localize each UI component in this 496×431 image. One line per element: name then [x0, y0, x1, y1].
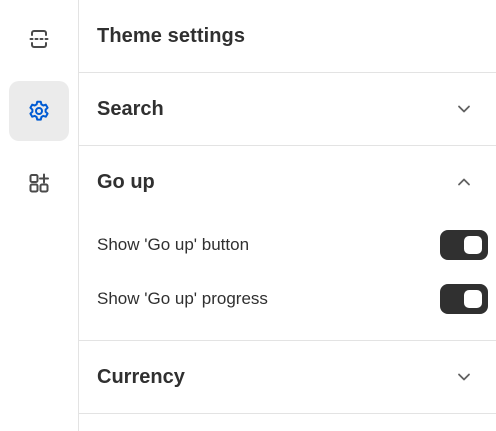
gear-icon	[27, 99, 51, 123]
app-embeds-nav-button[interactable]	[9, 153, 69, 213]
currency-group-toggle[interactable]: Currency	[79, 341, 496, 413]
toggle-knob	[464, 236, 482, 254]
settings-group-go-up: Go up Show 'Go up' button Show 'Go up' p…	[79, 146, 496, 341]
theme-settings-nav-button[interactable]	[9, 81, 69, 141]
chevron-down-icon	[455, 100, 473, 118]
theme-settings-panel: Theme settings Search Go up Show 'Go up'…	[79, 0, 496, 431]
currency-group-title: Currency	[97, 365, 185, 388]
app-blocks-icon	[28, 172, 50, 194]
toggle-knob	[464, 290, 482, 308]
settings-group-search: Search	[79, 73, 496, 146]
chevron-down-icon	[455, 368, 473, 386]
go-up-group-toggle[interactable]: Go up	[79, 146, 496, 218]
go-up-group-title: Go up	[97, 170, 155, 193]
chevron-up-icon	[455, 173, 473, 191]
setting-label: Show 'Go up' progress	[97, 289, 268, 308]
sections-icon	[28, 28, 50, 50]
sections-nav-button[interactable]	[9, 9, 69, 69]
editor-sidebar-rail	[0, 0, 79, 431]
show-go-up-button-toggle[interactable]	[440, 230, 488, 260]
search-group-title: Search	[97, 97, 164, 120]
setting-label: Show 'Go up' button	[97, 235, 250, 254]
show-go-up-progress-toggle[interactable]	[440, 284, 488, 314]
go-up-group-body: Show 'Go up' button Show 'Go up' progres…	[79, 218, 496, 340]
setting-row-go-up-progress: Show 'Go up' progress	[79, 272, 496, 326]
search-group-toggle[interactable]: Search	[79, 73, 496, 145]
settings-group-currency: Currency	[79, 341, 496, 414]
panel-title: Theme settings	[97, 24, 246, 47]
panel-header: Theme settings	[79, 0, 496, 73]
setting-row-go-up-button: Show 'Go up' button	[79, 218, 496, 272]
